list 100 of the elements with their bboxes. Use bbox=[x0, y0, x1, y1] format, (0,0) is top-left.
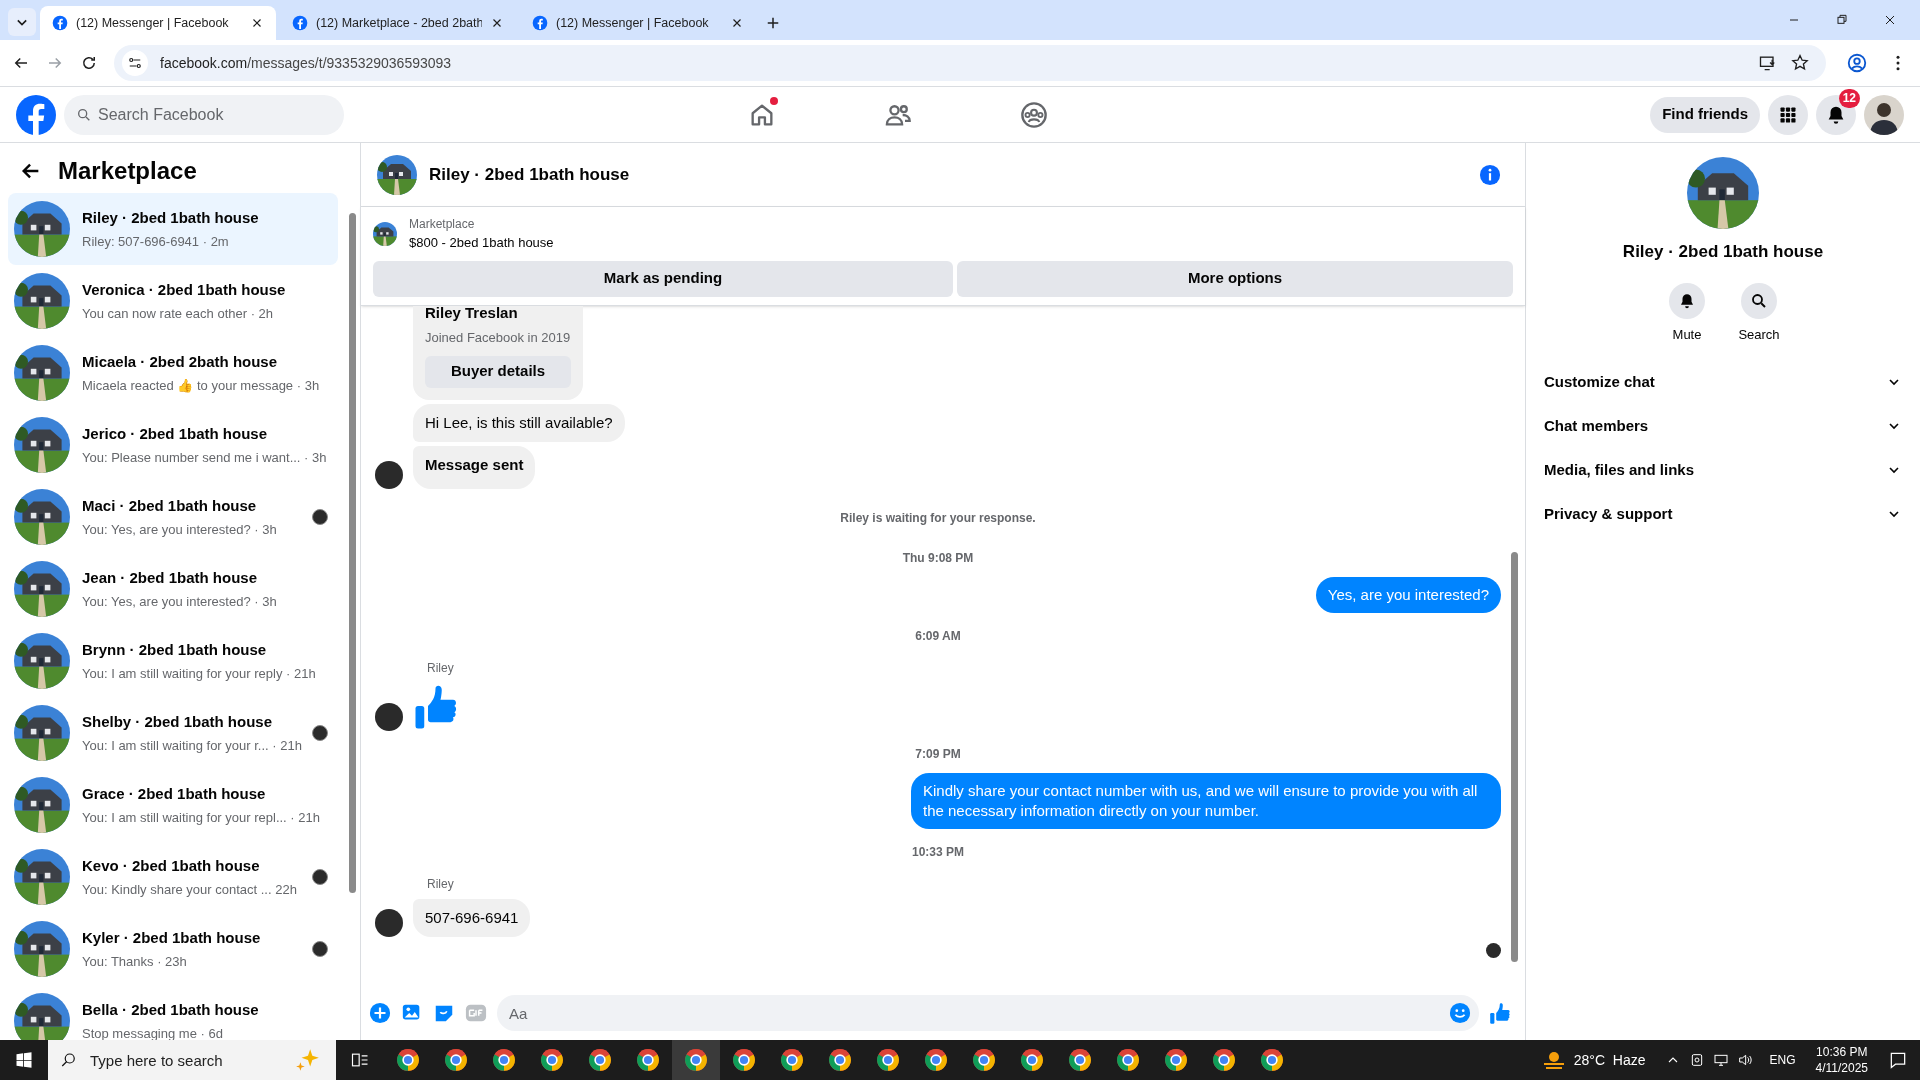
browser-app-icon bbox=[683, 1047, 709, 1073]
info-icon[interactable] bbox=[1479, 163, 1501, 186]
network-icon[interactable] bbox=[1713, 1052, 1730, 1068]
conversation-preview: You: Please number send me i want... · 3h bbox=[82, 448, 328, 467]
listing-title: $800 - 2bed 1bath house bbox=[409, 234, 554, 252]
conversation-item[interactable]: Veronica · 2bed 1bath house You can now rate each other · 2h bbox=[8, 265, 338, 337]
account-avatar[interactable] bbox=[1864, 94, 1904, 135]
listing-label: Marketplace bbox=[409, 216, 476, 233]
sender-name: Riley bbox=[427, 876, 454, 891]
browser-app-icon bbox=[1067, 1047, 1093, 1073]
tab-list-icon[interactable] bbox=[8, 8, 36, 36]
status-notice: Riley is waiting for your response. bbox=[840, 509, 1036, 527]
details-action-button[interactable] bbox=[1741, 282, 1777, 319]
message-bubble: 507-696-6941 bbox=[413, 898, 531, 937]
windows-start-icon[interactable] bbox=[14, 1050, 34, 1070]
conversation-name: Shelby · 2bed 1bath house bbox=[82, 712, 274, 732]
tab-title: (12) Marketplace - 2bed 2bath bbox=[316, 14, 482, 32]
language-indicator[interactable]: ENG bbox=[1769, 1051, 1796, 1069]
conversation-preview: You: Kindly share your contact ... 22h bbox=[82, 880, 298, 899]
timestamp: Thu 9:08 PM bbox=[902, 549, 974, 567]
seen-avatar-icon bbox=[1486, 943, 1501, 958]
sender-avatar-icon bbox=[375, 460, 403, 489]
chat-title: Riley · 2bed 1bath house bbox=[429, 163, 631, 186]
search-icon bbox=[76, 106, 92, 123]
search-icon bbox=[60, 1051, 78, 1069]
reload-icon[interactable] bbox=[80, 54, 98, 72]
conversation-item[interactable]: Brynn · 2bed 1bath house You: I am still waiting for your reply · 21h bbox=[8, 625, 338, 697]
add-icon[interactable] bbox=[369, 1002, 391, 1024]
browser-app-icon bbox=[731, 1047, 757, 1073]
clock-date[interactable]: 4/11/2025 bbox=[1815, 1060, 1868, 1076]
facebook-icon bbox=[532, 15, 548, 31]
details-section[interactable]: Privacy & support bbox=[1542, 492, 1904, 536]
bookmark-star-icon[interactable] bbox=[1790, 53, 1810, 73]
address-bar[interactable]: facebook.com/messages/t/9335329036593093 bbox=[114, 45, 1826, 81]
emoji-icon[interactable] bbox=[1449, 1002, 1471, 1024]
conversation-item[interactable]: Kevo · 2bed 1bath house You: Kindly share your contact ... 22h bbox=[8, 841, 338, 913]
conversation-item[interactable]: Jerico · 2bed 1bath house You: Please number send me i want... · 3h bbox=[8, 409, 338, 481]
sender-avatar-icon bbox=[375, 909, 403, 937]
browser-app-icon bbox=[875, 1047, 901, 1073]
browser-app-icon bbox=[1259, 1047, 1285, 1073]
facebook-logo-icon[interactable] bbox=[16, 94, 56, 135]
weather-text: 28°C Haze bbox=[1573, 1050, 1646, 1070]
conversation-item[interactable]: Riley · 2bed 1bath house Riley: 507-696-6941 · 2m bbox=[8, 193, 338, 265]
notification-center-icon[interactable] bbox=[1888, 1050, 1908, 1070]
conversation-preview: Stop messaging me · 6d bbox=[82, 1024, 224, 1040]
bell-icon bbox=[1678, 291, 1696, 310]
find-friends-button[interactable]: Find friends bbox=[1650, 96, 1760, 133]
conversation-preview: You: Yes, are you interested? · 3h bbox=[82, 520, 278, 539]
browser-app-icon bbox=[779, 1047, 805, 1073]
clock-time[interactable]: 10:36 PM bbox=[1816, 1044, 1868, 1060]
browser-tab[interactable]: (12) Messenger | Facebook bbox=[520, 6, 756, 40]
sender-avatar-icon bbox=[375, 702, 403, 731]
site-settings-icon[interactable] bbox=[122, 50, 148, 76]
conversation-name: Jean · 2bed 1bath house bbox=[82, 568, 259, 588]
browser-app-icon bbox=[539, 1047, 565, 1073]
browser-app-icon bbox=[1211, 1047, 1237, 1073]
browser-app-icon bbox=[827, 1047, 853, 1073]
profile-name: Riley Treslan bbox=[425, 305, 519, 323]
message-bubble: Message sent bbox=[413, 446, 536, 489]
browser-app-icon bbox=[971, 1047, 997, 1073]
conversation-name: Micaela · 2bed 2bath house bbox=[82, 352, 279, 372]
taskbar-search-field[interactable]: Type here to search bbox=[48, 1040, 336, 1080]
browser-tab[interactable]: (12) Marketplace - 2bed 2bath bbox=[280, 6, 516, 40]
conversation-item[interactable]: Kyler · 2bed 1bath house You: Thanks · 23h bbox=[8, 913, 338, 985]
conversation-item[interactable]: Grace · 2bed 1bath house You: I am still waiting for your repl... · 21h bbox=[8, 769, 338, 841]
notifications-button[interactable] bbox=[1816, 94, 1856, 135]
details-section[interactable]: Customize chat bbox=[1542, 360, 1904, 404]
conversation-item[interactable]: Shelby · 2bed 1bath house You: I am still waiting for your r... · 21h bbox=[8, 697, 338, 769]
conversation-preview: You can now rate each other · 2h bbox=[82, 304, 275, 323]
sidebar-title: Marketplace bbox=[58, 156, 197, 186]
facebook-icon bbox=[52, 15, 68, 31]
message-input[interactable]: Aa bbox=[497, 995, 1479, 1031]
conversation-name: Jerico · 2bed 1bath house bbox=[82, 424, 269, 444]
scrollbar-thumb[interactable] bbox=[1511, 552, 1518, 962]
details-section[interactable]: Chat members bbox=[1542, 404, 1904, 448]
browser-app-icon bbox=[491, 1047, 517, 1073]
buyer-details-button[interactable]: Buyer details bbox=[425, 355, 571, 388]
message-bubble: Yes, are you interested? bbox=[1315, 576, 1501, 613]
browser-tab[interactable]: (12) Messenger | Facebook bbox=[40, 6, 276, 40]
scrollbar-thumb[interactable] bbox=[348, 213, 356, 893]
action-button[interactable]: Mark as pending bbox=[373, 260, 953, 297]
tab-title: (12) Messenger | Facebook bbox=[76, 14, 230, 32]
details-section[interactable]: Media, files and links bbox=[1542, 448, 1904, 492]
profile-icon[interactable] bbox=[1846, 52, 1868, 74]
menu-button[interactable] bbox=[1768, 94, 1808, 135]
action-button[interactable]: More options bbox=[957, 260, 1513, 297]
taskbar-app-button[interactable] bbox=[672, 1040, 720, 1080]
volume-icon[interactable] bbox=[1737, 1052, 1754, 1068]
conversation-item[interactable]: Jean · 2bed 1bath house You: Yes, are you interested? · 3h bbox=[8, 553, 338, 625]
conversation-item[interactable]: Micaela · 2bed 2bath house Micaela reacted 👍 to your message · 3h bbox=[8, 337, 338, 409]
search-field[interactable]: Search Facebook bbox=[64, 94, 344, 135]
like-icon[interactable] bbox=[1489, 1001, 1513, 1025]
browser-app-icon bbox=[1019, 1047, 1045, 1073]
conversation-item[interactable]: Maci · 2bed 1bath house You: Yes, are you interested? · 3h bbox=[8, 481, 338, 553]
details-action-button[interactable] bbox=[1669, 282, 1705, 319]
conversation-name: Grace · 2bed 1bath house bbox=[82, 784, 267, 804]
browser-app-icon bbox=[587, 1047, 613, 1073]
conversation-name: Kevo · 2bed 1bath house bbox=[82, 856, 261, 876]
conversation-preview: You: Yes, are you interested? · 3h bbox=[82, 592, 278, 611]
tab-title: (12) Messenger | Facebook bbox=[556, 14, 710, 32]
